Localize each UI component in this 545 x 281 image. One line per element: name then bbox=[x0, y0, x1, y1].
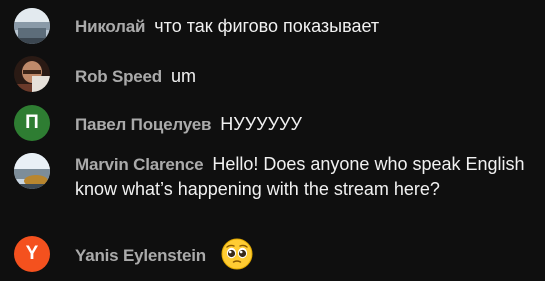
chat-message: Николай что так фигово показывает bbox=[0, 0, 545, 50]
chat-message-text: что так фигово показывает bbox=[154, 16, 380, 36]
chat-message: Rob Speed um bbox=[0, 50, 545, 100]
user-photo-icon bbox=[14, 8, 50, 44]
chat-author-name[interactable]: Николай bbox=[75, 17, 145, 36]
avatar[interactable] bbox=[14, 56, 50, 92]
chat-author-name[interactable]: Marvin Clarence bbox=[75, 155, 204, 174]
user-photo-icon bbox=[14, 56, 50, 92]
chat-message: Marvin Clarence Hello! Does anyone who sp… bbox=[0, 148, 545, 232]
avatar[interactable]: Y bbox=[14, 236, 50, 272]
live-chat-list: Николай что так фигово показывает Rob Spe… bbox=[0, 0, 545, 281]
chat-message-text: um bbox=[171, 66, 197, 86]
pleading-face-emoji-icon bbox=[221, 238, 253, 270]
avatar-letter: Y bbox=[25, 243, 39, 264]
chat-author-name[interactable]: Yanis Eylenstein bbox=[75, 246, 206, 265]
user-photo-icon bbox=[14, 153, 50, 189]
avatar[interactable] bbox=[14, 153, 50, 189]
avatar-letter: П bbox=[25, 112, 39, 133]
chat-message: П Павел Поцелуев НУУУУУУ bbox=[0, 100, 545, 148]
avatar[interactable] bbox=[14, 8, 50, 44]
avatar[interactable]: П bbox=[14, 105, 50, 141]
chat-message-text: НУУУУУУ bbox=[220, 114, 302, 134]
chat-author-name[interactable]: Павел Поцелуев bbox=[75, 115, 211, 134]
chat-message: Y Yanis Eylenstein bbox=[0, 232, 545, 281]
chat-author-name[interactable]: Rob Speed bbox=[75, 67, 162, 86]
